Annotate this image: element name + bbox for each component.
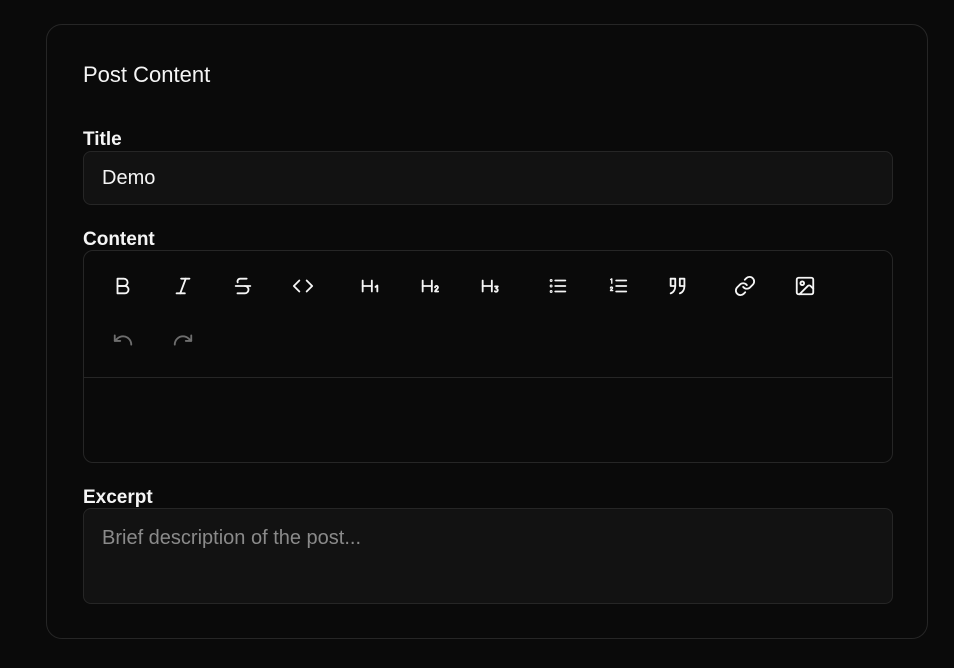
editor-toolbar — [84, 251, 892, 378]
italic-button[interactable] — [165, 269, 201, 305]
card-title: Post Content — [83, 62, 211, 87]
heading-2-button[interactable] — [412, 269, 448, 305]
image-button[interactable] — [787, 269, 823, 305]
redo-icon — [172, 329, 194, 354]
post-content-card: Post Content Title Content — [46, 24, 928, 639]
heading-1-button[interactable] — [352, 269, 388, 305]
excerpt-input[interactable] — [83, 508, 893, 604]
redo-button[interactable] — [165, 323, 201, 359]
ordered-list-button[interactable] — [600, 269, 636, 305]
strikethrough-button[interactable] — [225, 269, 261, 305]
image-icon — [794, 275, 816, 300]
excerpt-label: Excerpt — [83, 487, 153, 508]
code-icon — [292, 275, 314, 300]
code-button[interactable] — [285, 269, 321, 305]
link-button[interactable] — [727, 269, 763, 305]
bold-button[interactable] — [105, 269, 141, 305]
title-input[interactable] — [83, 151, 893, 205]
quote-button[interactable] — [660, 269, 696, 305]
italic-icon — [172, 275, 194, 300]
undo-button[interactable] — [105, 323, 141, 359]
title-label: Title — [83, 129, 122, 150]
content-label: Content — [83, 229, 155, 250]
quote-icon — [667, 275, 689, 300]
editor-content-area[interactable] — [84, 378, 892, 462]
heading-3-button[interactable] — [472, 269, 508, 305]
bold-icon — [112, 275, 134, 300]
link-icon — [734, 275, 756, 300]
heading-1-icon — [359, 275, 381, 300]
undo-icon — [112, 329, 134, 354]
heading-3-icon — [479, 275, 501, 300]
bullet-list-button[interactable] — [540, 269, 576, 305]
strikethrough-icon — [232, 275, 254, 300]
ordered-list-icon — [607, 275, 629, 300]
rich-text-editor — [83, 250, 893, 463]
heading-2-icon — [419, 275, 441, 300]
bullet-list-icon — [547, 275, 569, 300]
